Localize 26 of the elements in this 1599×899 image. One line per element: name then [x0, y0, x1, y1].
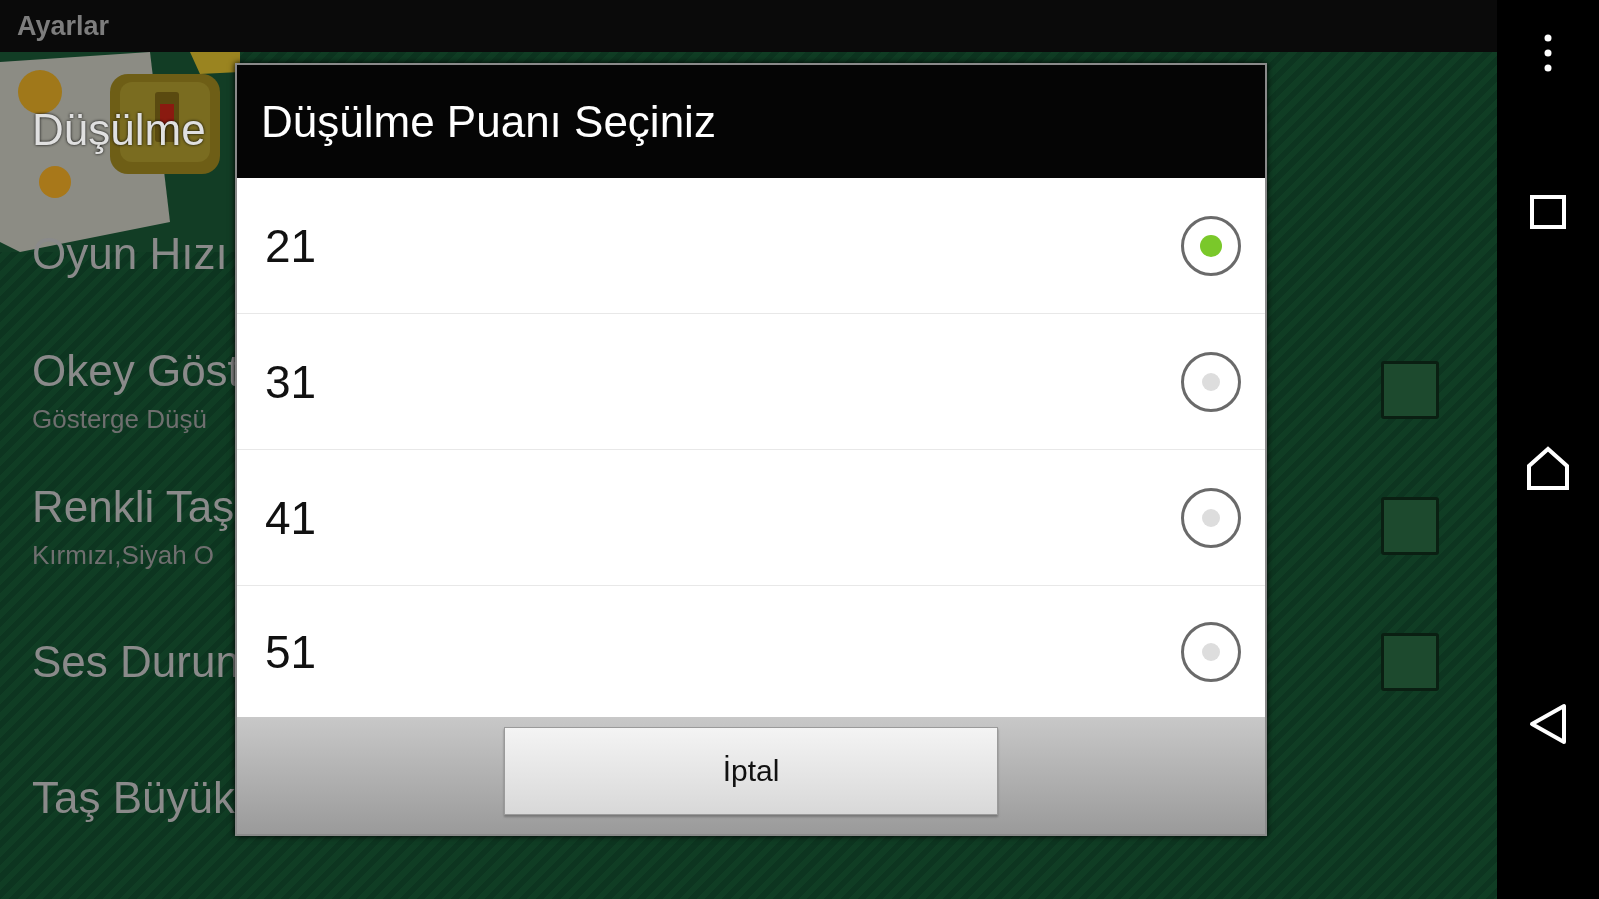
dialog-title: Düşülme Puanı Seçiniz [261, 96, 716, 147]
checkbox[interactable] [1381, 633, 1439, 691]
setting-summary: Gösterge Düşü [32, 403, 208, 435]
option-row[interactable]: 51 [237, 586, 1265, 717]
setting-title: Okey Göst [32, 345, 240, 396]
recents-icon[interactable] [1530, 195, 1566, 229]
home-icon[interactable] [1526, 446, 1570, 490]
setting-title: Taş Büyük [32, 773, 235, 823]
back-icon[interactable] [1528, 703, 1568, 745]
setting-title: Oyun Hızı [32, 229, 228, 279]
option-label: 51 [265, 624, 317, 679]
option-row[interactable]: 41 [237, 450, 1265, 586]
option-row[interactable]: 21 [237, 178, 1265, 314]
overflow-menu-icon[interactable] [1544, 34, 1552, 72]
option-row[interactable]: 31 [237, 314, 1265, 450]
option-label: 41 [265, 490, 317, 545]
checkbox[interactable] [1381, 361, 1439, 419]
setting-title: Ses Durun [32, 637, 240, 687]
setting-summary: Kırmızı,Siyah O [32, 539, 216, 571]
option-label: 31 [265, 354, 317, 409]
cancel-button[interactable]: İptal [504, 727, 998, 815]
option-label: 21 [265, 218, 317, 273]
setting-title: Renkli Taş [32, 481, 235, 532]
setting-title: Düşülme [32, 105, 206, 155]
checkbox[interactable] [1381, 497, 1439, 555]
screen-title: Ayarlar [17, 10, 110, 42]
